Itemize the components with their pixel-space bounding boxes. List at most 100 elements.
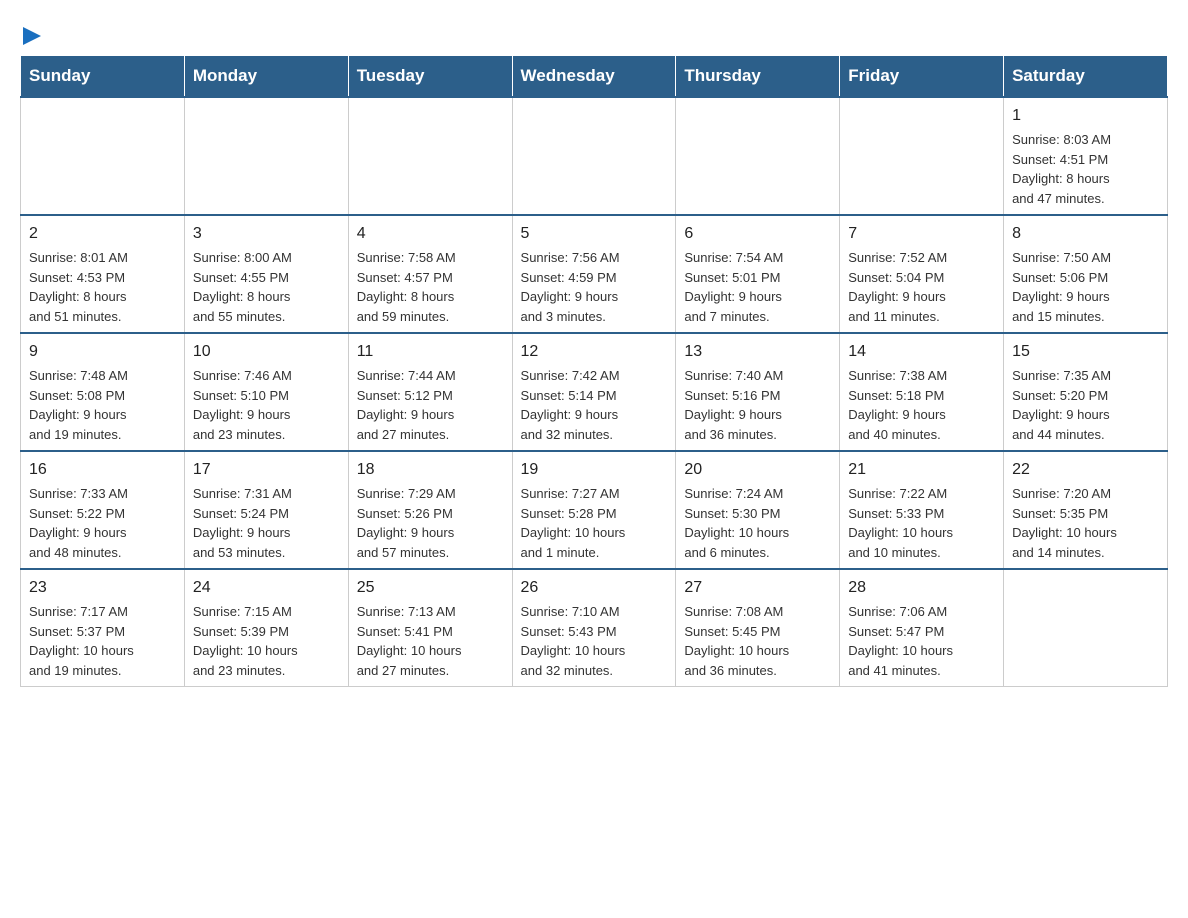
- day-number: 11: [357, 340, 504, 364]
- day-number: 24: [193, 576, 340, 600]
- day-info: Sunrise: 7:10 AMSunset: 5:43 PMDaylight:…: [521, 602, 668, 680]
- calendar-cell: 5Sunrise: 7:56 AMSunset: 4:59 PMDaylight…: [512, 215, 676, 333]
- day-number: 1: [1012, 104, 1159, 128]
- day-number: 8: [1012, 222, 1159, 246]
- day-info: Sunrise: 7:50 AMSunset: 5:06 PMDaylight:…: [1012, 248, 1159, 326]
- day-number: 3: [193, 222, 340, 246]
- calendar-cell: 2Sunrise: 8:01 AMSunset: 4:53 PMDaylight…: [21, 215, 185, 333]
- calendar-cell: [21, 97, 185, 215]
- calendar-cell: 23Sunrise: 7:17 AMSunset: 5:37 PMDayligh…: [21, 569, 185, 687]
- day-number: 9: [29, 340, 176, 364]
- day-number: 4: [357, 222, 504, 246]
- weekday-header-saturday: Saturday: [1004, 56, 1168, 98]
- day-info: Sunrise: 7:15 AMSunset: 5:39 PMDaylight:…: [193, 602, 340, 680]
- day-info: Sunrise: 7:38 AMSunset: 5:18 PMDaylight:…: [848, 366, 995, 444]
- day-info: Sunrise: 7:46 AMSunset: 5:10 PMDaylight:…: [193, 366, 340, 444]
- weekday-header-tuesday: Tuesday: [348, 56, 512, 98]
- day-info: Sunrise: 7:22 AMSunset: 5:33 PMDaylight:…: [848, 484, 995, 562]
- logo-arrow-icon: [23, 27, 41, 45]
- day-number: 26: [521, 576, 668, 600]
- day-number: 23: [29, 576, 176, 600]
- logo: [20, 20, 41, 45]
- calendar-cell: 7Sunrise: 7:52 AMSunset: 5:04 PMDaylight…: [840, 215, 1004, 333]
- calendar-cell: 8Sunrise: 7:50 AMSunset: 5:06 PMDaylight…: [1004, 215, 1168, 333]
- day-number: 27: [684, 576, 831, 600]
- weekday-header-sunday: Sunday: [21, 56, 185, 98]
- day-info: Sunrise: 7:35 AMSunset: 5:20 PMDaylight:…: [1012, 366, 1159, 444]
- calendar-cell: [348, 97, 512, 215]
- day-number: 13: [684, 340, 831, 364]
- day-number: 19: [521, 458, 668, 482]
- week-row-3: 9Sunrise: 7:48 AMSunset: 5:08 PMDaylight…: [21, 333, 1168, 451]
- day-number: 16: [29, 458, 176, 482]
- day-number: 25: [357, 576, 504, 600]
- day-info: Sunrise: 8:00 AMSunset: 4:55 PMDaylight:…: [193, 248, 340, 326]
- calendar-cell: 13Sunrise: 7:40 AMSunset: 5:16 PMDayligh…: [676, 333, 840, 451]
- calendar-table: SundayMondayTuesdayWednesdayThursdayFrid…: [20, 55, 1168, 687]
- day-info: Sunrise: 7:58 AMSunset: 4:57 PMDaylight:…: [357, 248, 504, 326]
- calendar-cell: 27Sunrise: 7:08 AMSunset: 5:45 PMDayligh…: [676, 569, 840, 687]
- calendar-cell: 25Sunrise: 7:13 AMSunset: 5:41 PMDayligh…: [348, 569, 512, 687]
- day-info: Sunrise: 7:33 AMSunset: 5:22 PMDaylight:…: [29, 484, 176, 562]
- calendar-cell: 1Sunrise: 8:03 AMSunset: 4:51 PMDaylight…: [1004, 97, 1168, 215]
- day-number: 10: [193, 340, 340, 364]
- day-info: Sunrise: 8:01 AMSunset: 4:53 PMDaylight:…: [29, 248, 176, 326]
- day-info: Sunrise: 7:06 AMSunset: 5:47 PMDaylight:…: [848, 602, 995, 680]
- day-info: Sunrise: 7:42 AMSunset: 5:14 PMDaylight:…: [521, 366, 668, 444]
- week-row-2: 2Sunrise: 8:01 AMSunset: 4:53 PMDaylight…: [21, 215, 1168, 333]
- day-number: 20: [684, 458, 831, 482]
- calendar-cell: 17Sunrise: 7:31 AMSunset: 5:24 PMDayligh…: [184, 451, 348, 569]
- day-number: 15: [1012, 340, 1159, 364]
- calendar-cell: 14Sunrise: 7:38 AMSunset: 5:18 PMDayligh…: [840, 333, 1004, 451]
- calendar-cell: 18Sunrise: 7:29 AMSunset: 5:26 PMDayligh…: [348, 451, 512, 569]
- calendar-cell: 11Sunrise: 7:44 AMSunset: 5:12 PMDayligh…: [348, 333, 512, 451]
- calendar-cell: [676, 97, 840, 215]
- calendar-cell: 24Sunrise: 7:15 AMSunset: 5:39 PMDayligh…: [184, 569, 348, 687]
- day-info: Sunrise: 7:24 AMSunset: 5:30 PMDaylight:…: [684, 484, 831, 562]
- page-header: [20, 20, 1168, 45]
- calendar-cell: 20Sunrise: 7:24 AMSunset: 5:30 PMDayligh…: [676, 451, 840, 569]
- day-number: 6: [684, 222, 831, 246]
- day-number: 21: [848, 458, 995, 482]
- day-number: 17: [193, 458, 340, 482]
- day-number: 2: [29, 222, 176, 246]
- week-row-1: 1Sunrise: 8:03 AMSunset: 4:51 PMDaylight…: [21, 97, 1168, 215]
- day-number: 12: [521, 340, 668, 364]
- day-info: Sunrise: 7:40 AMSunset: 5:16 PMDaylight:…: [684, 366, 831, 444]
- day-number: 22: [1012, 458, 1159, 482]
- weekday-header-monday: Monday: [184, 56, 348, 98]
- day-info: Sunrise: 7:44 AMSunset: 5:12 PMDaylight:…: [357, 366, 504, 444]
- calendar-cell: [512, 97, 676, 215]
- calendar-cell: [184, 97, 348, 215]
- weekday-header-friday: Friday: [840, 56, 1004, 98]
- calendar-cell: 19Sunrise: 7:27 AMSunset: 5:28 PMDayligh…: [512, 451, 676, 569]
- calendar-cell: 9Sunrise: 7:48 AMSunset: 5:08 PMDaylight…: [21, 333, 185, 451]
- day-number: 5: [521, 222, 668, 246]
- calendar-cell: 4Sunrise: 7:58 AMSunset: 4:57 PMDaylight…: [348, 215, 512, 333]
- day-info: Sunrise: 8:03 AMSunset: 4:51 PMDaylight:…: [1012, 130, 1159, 208]
- day-number: 14: [848, 340, 995, 364]
- day-info: Sunrise: 7:31 AMSunset: 5:24 PMDaylight:…: [193, 484, 340, 562]
- calendar-cell: 21Sunrise: 7:22 AMSunset: 5:33 PMDayligh…: [840, 451, 1004, 569]
- calendar-cell: 22Sunrise: 7:20 AMSunset: 5:35 PMDayligh…: [1004, 451, 1168, 569]
- calendar-cell: 6Sunrise: 7:54 AMSunset: 5:01 PMDaylight…: [676, 215, 840, 333]
- calendar-cell: 15Sunrise: 7:35 AMSunset: 5:20 PMDayligh…: [1004, 333, 1168, 451]
- day-info: Sunrise: 7:48 AMSunset: 5:08 PMDaylight:…: [29, 366, 176, 444]
- day-info: Sunrise: 7:20 AMSunset: 5:35 PMDaylight:…: [1012, 484, 1159, 562]
- day-info: Sunrise: 7:17 AMSunset: 5:37 PMDaylight:…: [29, 602, 176, 680]
- weekday-header-row: SundayMondayTuesdayWednesdayThursdayFrid…: [21, 56, 1168, 98]
- weekday-header-wednesday: Wednesday: [512, 56, 676, 98]
- day-info: Sunrise: 7:29 AMSunset: 5:26 PMDaylight:…: [357, 484, 504, 562]
- calendar-cell: 16Sunrise: 7:33 AMSunset: 5:22 PMDayligh…: [21, 451, 185, 569]
- day-info: Sunrise: 7:27 AMSunset: 5:28 PMDaylight:…: [521, 484, 668, 562]
- calendar-cell: 10Sunrise: 7:46 AMSunset: 5:10 PMDayligh…: [184, 333, 348, 451]
- calendar-cell: 26Sunrise: 7:10 AMSunset: 5:43 PMDayligh…: [512, 569, 676, 687]
- day-info: Sunrise: 7:56 AMSunset: 4:59 PMDaylight:…: [521, 248, 668, 326]
- calendar-cell: [1004, 569, 1168, 687]
- week-row-4: 16Sunrise: 7:33 AMSunset: 5:22 PMDayligh…: [21, 451, 1168, 569]
- day-info: Sunrise: 7:52 AMSunset: 5:04 PMDaylight:…: [848, 248, 995, 326]
- calendar-cell: 3Sunrise: 8:00 AMSunset: 4:55 PMDaylight…: [184, 215, 348, 333]
- calendar-cell: 12Sunrise: 7:42 AMSunset: 5:14 PMDayligh…: [512, 333, 676, 451]
- day-number: 28: [848, 576, 995, 600]
- week-row-5: 23Sunrise: 7:17 AMSunset: 5:37 PMDayligh…: [21, 569, 1168, 687]
